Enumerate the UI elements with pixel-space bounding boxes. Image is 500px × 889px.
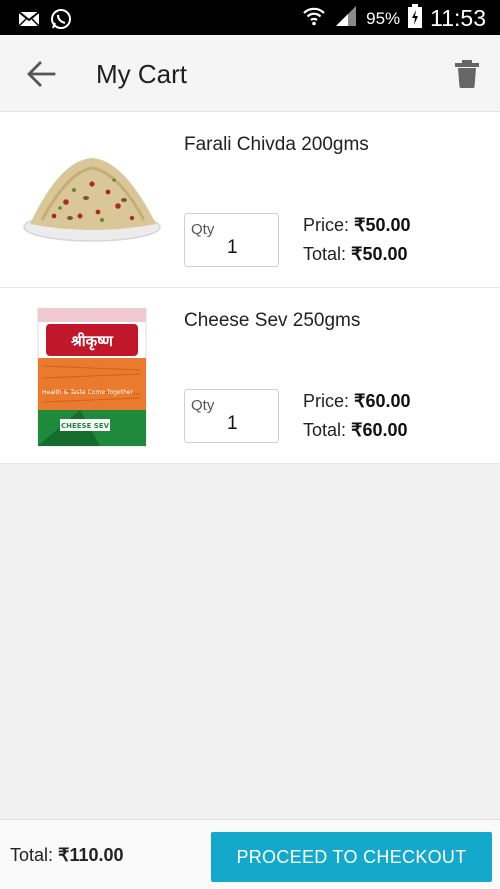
cart-list: Farali Chivda 200gms Qty 1 Price: ₹50.00… (0, 112, 500, 464)
total-value: ₹60.00 (351, 420, 408, 440)
quantity-value[interactable]: 1 (185, 413, 280, 435)
mail-icon (18, 10, 40, 33)
package-brand: श्रीकृष्ण (70, 332, 114, 351)
price-line: Price: ₹60.00 (303, 391, 411, 412)
checkout-bar: Total: ₹110.00 PROCEED TO CHECKOUT (0, 819, 500, 889)
cart-total-value: ₹110.00 (58, 845, 124, 865)
cart-item[interactable]: Farali Chivda 200gms Qty 1 Price: ₹50.00… (0, 112, 500, 288)
quantity-value[interactable]: 1 (185, 237, 280, 259)
product-image-cheese-sev: श्रीकृष्ण Health & Taste Come Together C… (20, 307, 165, 448)
battery-charging-icon (408, 4, 423, 33)
proceed-to-checkout-button[interactable]: PROCEED TO CHECKOUT (211, 832, 492, 882)
arrow-left-icon[interactable] (24, 59, 58, 89)
product-name: Farali Chivda 200gms (184, 134, 369, 155)
product-name: Cheese Sev 250gms (184, 310, 361, 331)
total-label: Total: (303, 244, 347, 264)
total-line: Total: ₹60.00 (303, 420, 408, 441)
trash-icon[interactable] (454, 59, 480, 89)
battery-percentage: 95% (366, 8, 401, 28)
package-tagline: Health & Taste Come Together (42, 389, 134, 396)
price-value: ₹60.00 (354, 391, 411, 411)
price-label: Price: (303, 391, 350, 411)
cart-total: Total: ₹110.00 (10, 845, 124, 866)
product-image-chivda (20, 132, 165, 272)
quantity-field[interactable]: Qty 1 (184, 389, 279, 443)
cart-item[interactable]: श्रीकृष्ण Health & Taste Come Together C… (0, 288, 500, 464)
page-title: My Cart (96, 59, 187, 89)
app-bar: My Cart (0, 35, 500, 112)
quantity-label: Qty (191, 397, 215, 414)
status-bar: 95% 11:53 (0, 0, 500, 35)
total-label: Total: (303, 420, 347, 440)
package-product: CHEESE SEV (61, 422, 110, 430)
quantity-label: Qty (191, 221, 215, 238)
quantity-field[interactable]: Qty 1 (184, 213, 279, 267)
signal-icon (334, 4, 358, 33)
total-value: ₹50.00 (351, 244, 408, 264)
whatsapp-icon (50, 8, 72, 35)
clock: 11:53 (430, 5, 486, 31)
price-line: Price: ₹50.00 (303, 215, 411, 236)
price-label: Price: (303, 215, 350, 235)
total-line: Total: ₹50.00 (303, 244, 408, 265)
price-value: ₹50.00 (354, 215, 411, 235)
cart-total-label: Total: (10, 845, 54, 865)
wifi-icon (302, 4, 326, 33)
